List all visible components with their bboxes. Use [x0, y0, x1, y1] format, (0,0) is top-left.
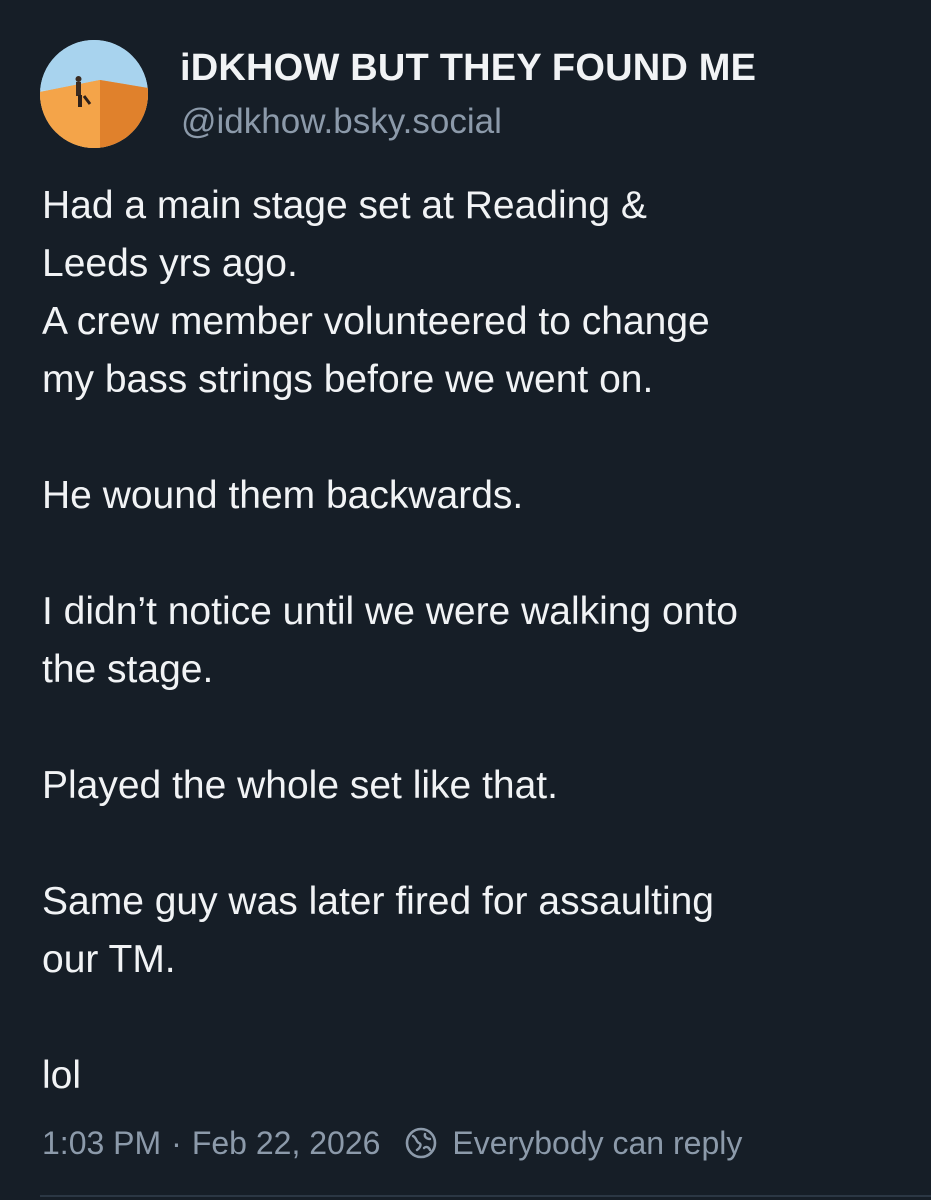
post-paragraph: Had a main stage set at Reading & Leeds … — [42, 184, 710, 401]
post-paragraph: Same guy was later fired for assaulting … — [42, 880, 714, 981]
reply-setting: Everybody can reply — [404, 1125, 742, 1162]
meta-separator: · — [171, 1124, 182, 1161]
post-date[interactable]: Feb 22, 2026 — [192, 1125, 381, 1162]
post-time[interactable]: 1:03 PM — [42, 1125, 161, 1162]
globe-icon — [404, 1126, 438, 1160]
post-paragraph: lol — [42, 1054, 82, 1097]
divider — [40, 1195, 931, 1197]
avatar[interactable] — [40, 40, 148, 148]
post-paragraph: Played the whole set like that. — [42, 764, 558, 807]
author-display-name[interactable]: iDKHOW BUT THEY FOUND ME — [180, 44, 756, 92]
author-handle[interactable]: @idkhow.bsky.social — [181, 99, 502, 145]
post-meta: 1:03 PM · Feb 22, 2026 Everybody can rep… — [42, 1118, 742, 1168]
post: iDKHOW BUT THEY FOUND ME @idkhow.bsky.so… — [0, 0, 931, 1200]
post-body: Had a main stage set at Reading & Leeds … — [42, 177, 902, 1105]
post-paragraph: He wound them backwards. — [42, 474, 524, 517]
post-paragraph: I didn’t notice until we were walking on… — [42, 590, 738, 691]
reply-setting-label: Everybody can reply — [452, 1124, 743, 1161]
profile-photo — [40, 40, 148, 148]
